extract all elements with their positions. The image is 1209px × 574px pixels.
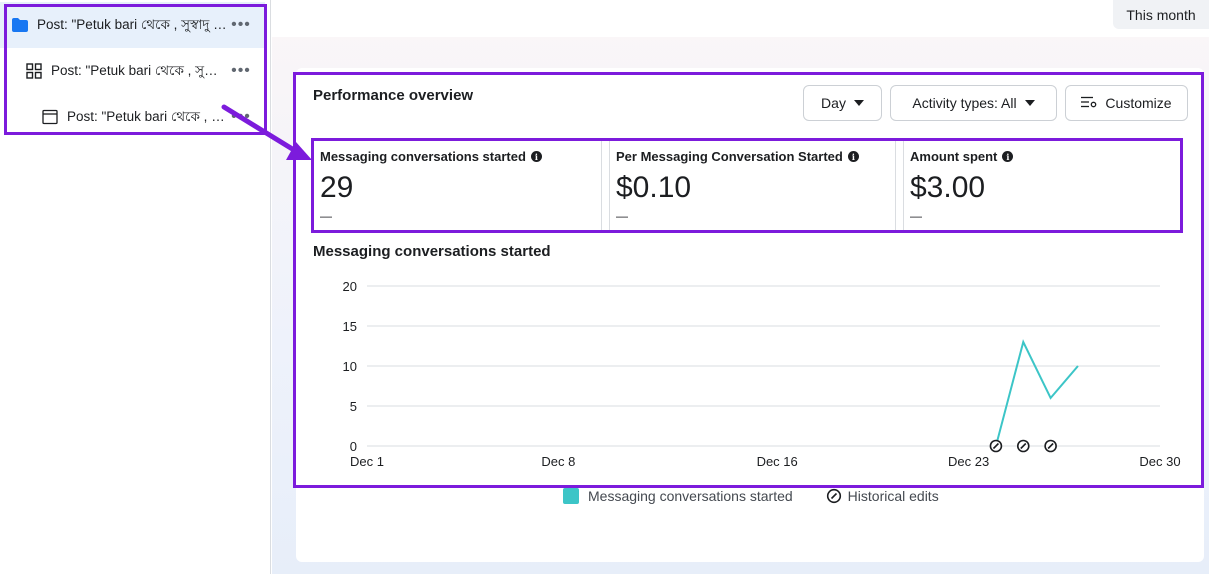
customize-icon — [1081, 95, 1097, 111]
tree-item-adset[interactable]: Post: "Petuk bari থেকে , সুস্বাদু খাবার"… — [0, 48, 265, 94]
x-tick-label: Dec 23 — [948, 454, 989, 469]
y-tick-label: 0 — [350, 439, 357, 454]
grid-icon — [25, 62, 43, 80]
date-range-button[interactable]: This month — [1113, 0, 1209, 29]
y-tick-label: 5 — [350, 399, 357, 414]
metric-title: Messaging conversations started — [320, 149, 526, 164]
x-tick-label: Dec 8 — [541, 454, 575, 469]
y-tick-label: 15 — [343, 319, 357, 334]
more-options-icon[interactable]: ••• — [227, 108, 255, 126]
metric-delta: — — [910, 209, 922, 223]
y-tick-label: 10 — [343, 359, 357, 374]
metric-value: 29 — [320, 171, 354, 204]
historical-edit-icon — [826, 488, 842, 504]
metric-title: Amount spent — [910, 149, 998, 164]
campaign-tree-panel: Post: "Petuk bari থেকে , সুস্বাদু খাবার"… — [0, 0, 271, 574]
activity-types-label: Activity types: All — [912, 95, 1017, 111]
chart-legend: Messaging conversations started Historic… — [563, 488, 939, 504]
tree-item-label: Post: "Petuk bari থেকে , সুস্বাদু খাবার" — [67, 108, 227, 124]
legend-item-series[interactable]: Messaging conversations started — [588, 488, 793, 504]
app-root: Post: "Petuk bari থেকে , সুস্বাদু খাবার"… — [0, 0, 1209, 574]
top-bar: This month — [272, 0, 1209, 37]
series-line — [994, 339, 1079, 447]
ad-icon — [41, 108, 59, 126]
performance-title: Performance overview — [313, 87, 474, 104]
info-icon[interactable]: i — [847, 151, 859, 162]
more-options-icon[interactable]: ••• — [227, 16, 255, 34]
metric-divider — [895, 141, 904, 230]
legend-item-historical-edits[interactable]: Historical edits — [848, 488, 939, 504]
tree-item-campaign[interactable]: Post: "Petuk bari থেকে , সুস্বাদু খাবার"… — [0, 2, 265, 48]
metric-value: $3.00 — [910, 171, 986, 204]
x-tick-label: Dec 16 — [757, 454, 798, 469]
metric-cost-per-conversation[interactable]: Per Messaging Conversation Started i $0.1… — [610, 141, 894, 230]
activity-types-dropdown[interactable]: Activity types: All — [890, 85, 1057, 121]
customize-label: Customize — [1105, 95, 1172, 111]
metric-conversations[interactable]: Messaging conversations started i 29 — — [314, 141, 601, 230]
metric-delta: — — [320, 209, 332, 223]
tree-item-label: Post: "Petuk bari থেকে , সুস্বাদু খাবার" — [37, 16, 227, 32]
chart-title: Messaging conversations started — [313, 243, 551, 260]
x-tick-label: Dec 1 — [350, 454, 384, 469]
metrics-row: Messaging conversations started i 29 — Pe… — [311, 138, 1183, 233]
more-options-icon[interactable]: ••• — [227, 62, 255, 80]
x-tick-label: Dec 30 — [1139, 454, 1180, 469]
folder-icon — [11, 16, 29, 34]
metric-value: $0.10 — [616, 171, 692, 204]
caret-down-icon — [853, 100, 864, 106]
metric-delta: — — [616, 209, 628, 223]
metric-divider — [601, 141, 610, 230]
caret-down-icon — [1024, 100, 1035, 106]
info-icon[interactable]: i — [530, 151, 542, 162]
line-chart[interactable]: 0 5 10 15 20 Dec 1 Dec 8 Dec 16 Dec 23 Dec 30 — [300, 270, 1195, 475]
metric-title: Per Messaging Conversation Started — [616, 149, 843, 164]
customize-button[interactable]: Customize — [1065, 85, 1188, 121]
legend-swatch — [563, 488, 579, 504]
info-icon[interactable]: i — [1002, 151, 1014, 162]
tree-item-label: Post: "Petuk bari থেকে , সুস্বাদু খাবার" — [51, 62, 227, 78]
y-tick-label: 20 — [343, 279, 357, 294]
tree-item-ad[interactable]: Post: "Petuk bari থেকে , সুস্বাদু খাবার"… — [0, 94, 265, 140]
metric-amount-spent[interactable]: Amount spent i $3.00 — — [904, 141, 1180, 230]
day-dropdown[interactable]: Day — [803, 85, 882, 121]
day-dropdown-label: Day — [821, 95, 846, 111]
